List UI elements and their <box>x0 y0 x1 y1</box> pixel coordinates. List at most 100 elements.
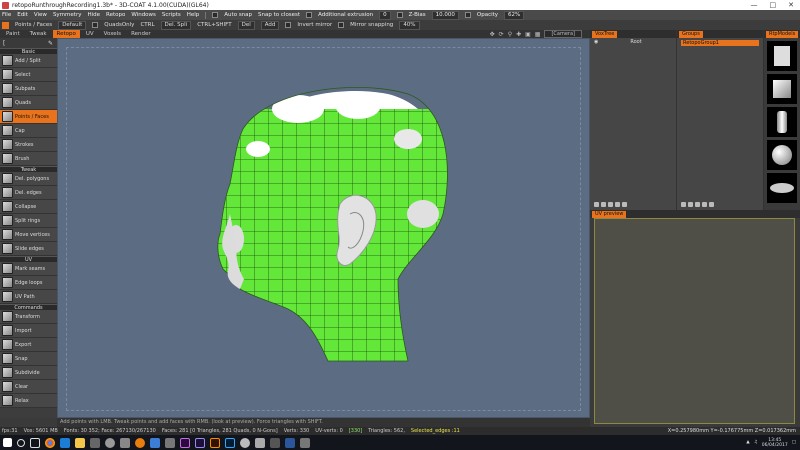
tool-slide-edges[interactable]: Slide edges <box>0 242 57 256</box>
tab-render[interactable]: Render <box>127 30 155 38</box>
menu-view[interactable]: View <box>34 12 47 18</box>
ctrl-action-select[interactable]: Del. Spli <box>160 20 192 30</box>
photoshop-icon[interactable] <box>225 437 235 448</box>
store-icon[interactable] <box>90 437 100 448</box>
tool-collapse[interactable]: Collapse <box>0 200 57 214</box>
tool-relax[interactable]: Relax <box>0 394 57 408</box>
zoom-icon[interactable]: ⚲ <box>508 31 512 38</box>
menu-hide[interactable]: Hide <box>87 12 100 18</box>
merge-layer-icon[interactable] <box>615 201 620 207</box>
menu-scripts[interactable]: Scripts <box>162 12 181 18</box>
task-view-icon[interactable] <box>30 437 40 448</box>
explorer-icon[interactable] <box>75 437 85 448</box>
tab-voxels[interactable]: Voxels <box>100 30 125 38</box>
tab-groups[interactable]: Groups <box>679 30 703 38</box>
model-cube[interactable] <box>767 74 797 104</box>
tool-uv-path[interactable]: UV Path <box>0 290 57 304</box>
tool-points-faces[interactable]: Points / Faces <box>0 110 57 124</box>
tool-cap[interactable]: Cap <box>0 124 57 138</box>
bracket-icon[interactable]: [ <box>3 40 5 47</box>
pen-icon[interactable]: ✎ <box>48 40 53 47</box>
menu-help[interactable]: Help <box>187 12 200 18</box>
volume-icon[interactable]: ♫ <box>754 440 758 445</box>
blender-icon[interactable] <box>135 437 145 448</box>
folder-icon[interactable] <box>300 437 310 448</box>
navigate-icon[interactable]: ✥ <box>490 31 495 38</box>
3dcoat-icon[interactable] <box>150 437 160 448</box>
tool-del-edges[interactable]: Del. edges <box>0 186 57 200</box>
group-item-selected[interactable]: RetopoGroup1 <box>681 40 759 46</box>
tool-strokes[interactable]: Strokes <box>0 138 57 152</box>
delete-layer-icon[interactable] <box>608 201 613 207</box>
invert-mirror-checkbox[interactable] <box>285 22 292 28</box>
tool-subdivide[interactable]: Subdivide <box>0 366 57 380</box>
menu-edit[interactable]: Edit <box>17 12 28 18</box>
tool-add-split[interactable]: Add / Split <box>0 54 57 68</box>
tool-split-rings[interactable]: Split rings <box>0 214 57 228</box>
after-effects-icon[interactable] <box>195 437 205 448</box>
visibility-icon[interactable]: ◉ <box>594 39 598 45</box>
opacity-field[interactable]: 62% <box>504 10 525 20</box>
illustrator-icon[interactable] <box>210 437 220 448</box>
tab-voxtree[interactable]: VoxTree <box>592 30 618 38</box>
tool-brush[interactable]: Brush <box>0 152 57 166</box>
model-plane[interactable] <box>767 41 797 71</box>
clock-app-icon[interactable] <box>105 437 115 448</box>
move-down-icon[interactable] <box>709 201 714 207</box>
model-cylinder[interactable] <box>767 107 797 137</box>
add-group-icon[interactable] <box>681 201 686 207</box>
zbrush-icon[interactable] <box>165 437 175 448</box>
tool-export[interactable]: Export <box>0 338 57 352</box>
chrome-icon[interactable] <box>45 437 55 448</box>
copy-layer-icon[interactable] <box>601 201 606 207</box>
rotate-icon[interactable]: ⟳ <box>499 31 504 38</box>
menu-symmetry[interactable]: Symmetry <box>53 12 82 18</box>
head-model[interactable] <box>58 39 591 419</box>
tab-rtpmodels[interactable]: RtpModels <box>766 30 799 38</box>
ortho-icon[interactable]: ▦ <box>535 31 541 38</box>
mirror-snapping-checkbox[interactable] <box>338 22 345 28</box>
add-layer-icon[interactable] <box>594 201 599 207</box>
auto-snap-checkbox[interactable] <box>212 12 219 18</box>
maximize-icon[interactable]: □ <box>770 1 777 9</box>
menu-windows[interactable]: Windows <box>131 12 156 18</box>
tab-paint[interactable]: Paint <box>2 30 24 38</box>
close-icon[interactable]: ✕ <box>788 1 794 9</box>
merge-group-icon[interactable] <box>695 201 700 207</box>
frame-icon[interactable]: ▣ <box>525 31 531 38</box>
system-clock[interactable]: 13:45 06/04/2017 <box>762 438 788 448</box>
camera-select[interactable]: [Camera] <box>544 30 582 38</box>
tool-quads[interactable]: Quads <box>0 96 57 110</box>
photos-icon[interactable] <box>270 437 280 448</box>
tab-uv[interactable]: UV <box>82 30 98 38</box>
additional-extrusion-field[interactable]: 0 <box>379 10 391 20</box>
tool-import[interactable]: Import <box>0 324 57 338</box>
network-icon[interactable]: ▲ <box>746 440 749 445</box>
tool-del-polygons[interactable]: Del. polygons <box>0 172 57 186</box>
edge-icon[interactable] <box>60 437 70 448</box>
mirror-snapping-field[interactable]: 40% <box>399 20 420 30</box>
tool-transform[interactable]: Transform <box>0 310 57 324</box>
tool-subpats[interactable]: Subpats <box>0 82 57 96</box>
menu-retopo[interactable]: Retopo <box>106 12 125 18</box>
uv-preview-canvas[interactable] <box>594 218 795 424</box>
notifications-icon[interactable]: □ <box>792 440 796 445</box>
3d-viewport[interactable] <box>57 38 590 418</box>
add-action-select[interactable]: Add <box>260 20 280 30</box>
z-bias-checkbox[interactable] <box>396 12 403 18</box>
settings-icon[interactable] <box>240 437 250 448</box>
paint-app-icon[interactable] <box>120 437 130 448</box>
tab-uv-preview[interactable]: UV preview <box>592 210 627 218</box>
move-up-icon[interactable] <box>702 201 707 207</box>
ctrl-shift-action-select[interactable]: Del <box>237 20 255 30</box>
delete-group-icon[interactable] <box>688 201 693 207</box>
tool-select[interactable]: Select <box>0 68 57 82</box>
layer-settings-icon[interactable] <box>622 201 627 207</box>
tab-tweak[interactable]: Tweak <box>26 30 51 38</box>
pan-icon[interactable]: ✚ <box>516 31 521 38</box>
tool-mark-seams[interactable]: Mark seams <box>0 262 57 276</box>
default-select[interactable]: Default <box>58 20 87 30</box>
premiere-icon[interactable] <box>180 437 190 448</box>
opacity-checkbox[interactable] <box>464 12 471 18</box>
minimize-icon[interactable]: — <box>751 1 758 9</box>
